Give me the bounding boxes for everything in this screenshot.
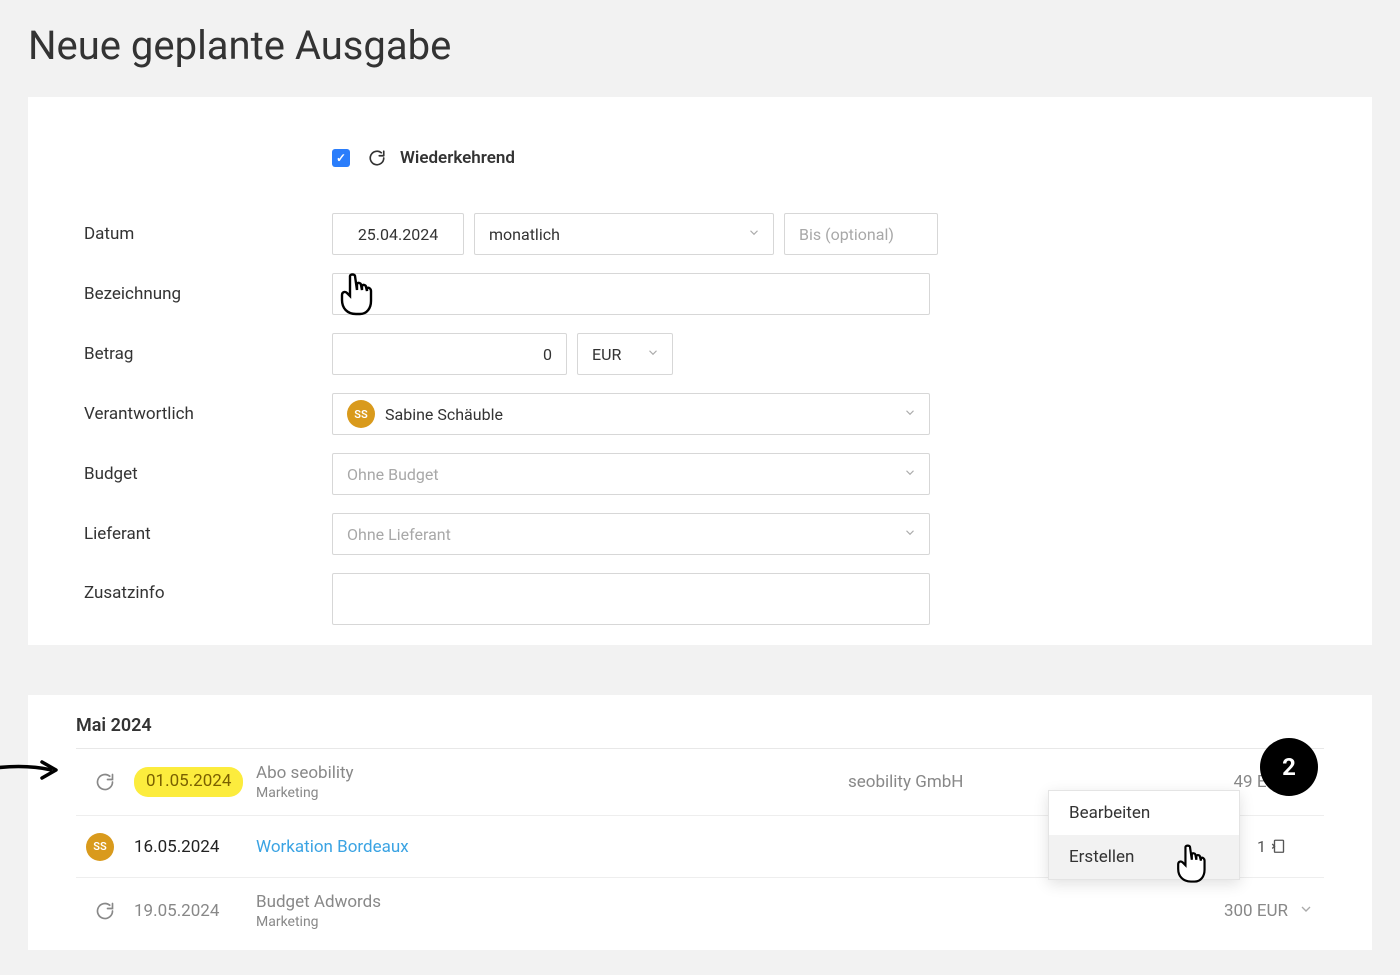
budget-value: Ohne Budget [347, 465, 439, 484]
label-supplier: Lieferant [84, 524, 332, 544]
supplier-value: Ohne Lieferant [347, 525, 451, 544]
recurring-label: Wiederkehrend [400, 148, 515, 168]
avatar: SS [86, 833, 114, 861]
menu-item-create[interactable]: Erstellen [1049, 835, 1239, 879]
recurring-checkbox[interactable]: ✓ [332, 149, 350, 167]
chevron-down-icon [646, 345, 660, 364]
chevron-down-icon [903, 525, 917, 544]
label-amount: Betrag [84, 344, 332, 364]
currency-value: EUR [592, 345, 621, 364]
currency-select[interactable]: EUR [577, 333, 673, 375]
list-title: Abo seobility [256, 763, 848, 783]
frequency-select[interactable]: monatlich [474, 213, 774, 255]
list-amount: 300 EUR [1148, 901, 1288, 921]
amount-value: 0 [543, 345, 552, 364]
label-responsible: Verantwortlich [84, 404, 332, 424]
menu-item-edit[interactable]: Bearbeiten [1049, 791, 1239, 835]
until-placeholder: Bis (optional) [799, 225, 894, 244]
responsible-select[interactable]: SS Sabine Schäuble [332, 393, 930, 435]
date-input[interactable]: 25.04.2024 [332, 213, 464, 255]
amount-input[interactable]: 0 [332, 333, 567, 375]
list-title-link[interactable]: Workation Bordeaux [256, 837, 848, 857]
form-card: ✓ Wiederkehrend Datum 25.04.2024 monatli… [28, 97, 1372, 645]
label-extra: Zusatzinfo [84, 573, 332, 603]
date-value: 25.04.2024 [358, 225, 438, 244]
responsible-name: Sabine Schäuble [385, 405, 503, 424]
list-date: 16.05.2024 [134, 837, 256, 857]
until-input[interactable]: Bis (optional) [784, 213, 938, 255]
recurring-icon [76, 772, 134, 792]
recurring-icon [368, 149, 386, 167]
list-title: Budget Adwords [256, 892, 848, 912]
chevron-down-icon [903, 405, 917, 424]
row-expand-button[interactable] [1288, 901, 1324, 921]
list-date: 19.05.2024 [134, 901, 256, 921]
name-input[interactable] [332, 273, 930, 315]
list-row[interactable]: 19.05.2024 Budget Adwords Marketing 300 … [76, 878, 1324, 944]
chevron-down-icon [747, 225, 761, 244]
chevron-down-icon [903, 465, 917, 484]
label-budget: Budget [84, 464, 332, 484]
recurring-icon [76, 901, 134, 921]
list-subtitle: Marketing [256, 785, 848, 801]
page-title: Neue geplante Ausgabe [0, 0, 1400, 97]
label-date: Datum [84, 224, 332, 244]
avatar: SS [347, 400, 375, 428]
label-name: Bezeichnung [84, 284, 332, 304]
list-subtitle: Marketing [256, 914, 848, 930]
annotation-badge-2: 2 [1260, 738, 1318, 796]
supplier-select[interactable]: Ohne Lieferant [332, 513, 930, 555]
row-context-menu: Bearbeiten Erstellen [1048, 790, 1240, 880]
list-date-highlighted: 01.05.2024 [134, 767, 243, 797]
extra-textarea[interactable] [332, 573, 930, 625]
list-header: Mai 2024 [76, 715, 1324, 749]
list-vendor: seobility GmbH [848, 772, 1148, 792]
frequency-value: monatlich [489, 225, 560, 244]
budget-select[interactable]: Ohne Budget [332, 453, 930, 495]
